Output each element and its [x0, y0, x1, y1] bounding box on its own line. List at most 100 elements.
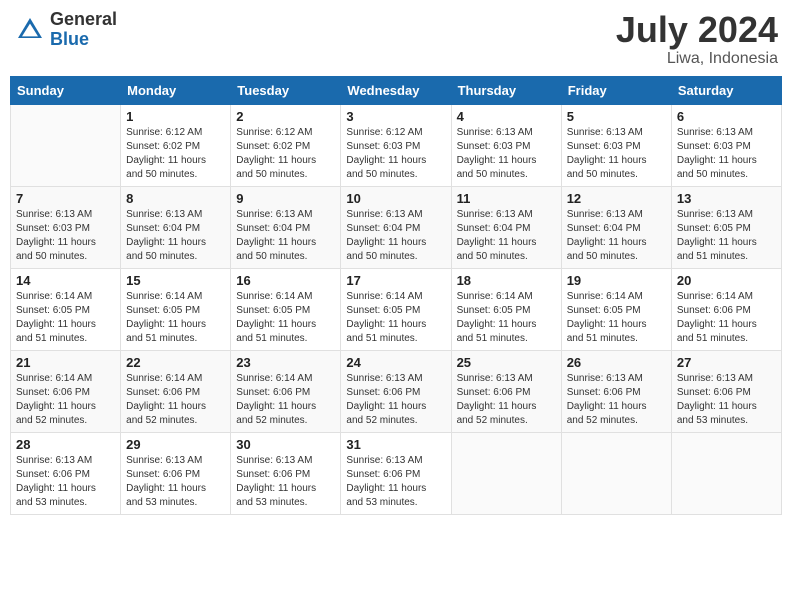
day-info: Sunrise: 6:13 AMSunset: 6:04 PMDaylight:…: [346, 208, 445, 264]
logo-text: General Blue: [50, 10, 117, 50]
logo-blue: Blue: [50, 30, 117, 50]
calendar-cell: 7 Sunrise: 6:13 AMSunset: 6:03 PMDaylight…: [11, 186, 121, 268]
calendar-week-row: 28 Sunrise: 6:13 AMSunset: 6:06 PMDayligh…: [11, 432, 782, 514]
month-year-title: July 2024: [616, 10, 778, 50]
calendar-week-row: 21 Sunrise: 6:14 AMSunset: 6:06 PMDayligh…: [11, 350, 782, 432]
calendar-cell: 13 Sunrise: 6:13 AMSunset: 6:05 PMDayligh…: [671, 186, 781, 268]
day-number: 9: [236, 191, 335, 206]
calendar-cell: 5Sunrise: 6:13 AMSunset: 6:03 PMDaylight…: [561, 104, 671, 186]
page-header: General Blue July 2024 Liwa, Indonesia: [10, 10, 782, 68]
calendar-cell: 4Sunrise: 6:13 AMSunset: 6:03 PMDaylight…: [451, 104, 561, 186]
day-number: 29: [126, 437, 225, 452]
day-number: 26: [567, 355, 666, 370]
day-number: 28: [16, 437, 115, 452]
calendar-cell: 30 Sunrise: 6:13 AMSunset: 6:06 PMDayligh…: [231, 432, 341, 514]
calendar-week-row: 14 Sunrise: 6:14 AMSunset: 6:05 PMDayligh…: [11, 268, 782, 350]
day-info: Sunrise: 6:13 AMSunset: 6:06 PMDaylight:…: [346, 372, 445, 428]
day-number: 16: [236, 273, 335, 288]
day-number: 25: [457, 355, 556, 370]
day-number: 19: [567, 273, 666, 288]
day-info: Sunrise: 6:14 AMSunset: 6:06 PMDaylight:…: [126, 372, 225, 428]
day-number: 18: [457, 273, 556, 288]
day-number: 17: [346, 273, 445, 288]
day-info: Sunrise: 6:13 AMSunset: 6:03 PMDaylight:…: [677, 126, 776, 182]
day-number: 30: [236, 437, 335, 452]
day-number: 24: [346, 355, 445, 370]
calendar-cell: 10 Sunrise: 6:13 AMSunset: 6:04 PMDayligh…: [341, 186, 451, 268]
day-info: Sunrise: 6:13 AMSunset: 6:04 PMDaylight:…: [457, 208, 556, 264]
calendar-cell: 23 Sunrise: 6:14 AMSunset: 6:06 PMDayligh…: [231, 350, 341, 432]
day-number: 7: [16, 191, 115, 206]
calendar-header-monday: Monday: [121, 76, 231, 104]
calendar-cell: 11 Sunrise: 6:13 AMSunset: 6:04 PMDayligh…: [451, 186, 561, 268]
calendar-cell: 19 Sunrise: 6:14 AMSunset: 6:05 PMDayligh…: [561, 268, 671, 350]
logo-icon: [14, 14, 46, 46]
calendar-cell: 27 Sunrise: 6:13 AMSunset: 6:06 PMDayligh…: [671, 350, 781, 432]
logo-general: General: [50, 10, 117, 30]
calendar-cell: 25 Sunrise: 6:13 AMSunset: 6:06 PMDayligh…: [451, 350, 561, 432]
calendar-header-friday: Friday: [561, 76, 671, 104]
calendar-cell: 6 Sunrise: 6:13 AMSunset: 6:03 PMDaylight…: [671, 104, 781, 186]
day-number: 6: [677, 109, 776, 124]
day-info: Sunrise: 6:14 AMSunset: 6:05 PMDaylight:…: [567, 290, 666, 346]
calendar-cell: 24 Sunrise: 6:13 AMSunset: 6:06 PMDayligh…: [341, 350, 451, 432]
calendar-table: SundayMondayTuesdayWednesdayThursdayFrid…: [10, 76, 782, 515]
calendar-cell: 9Sunrise: 6:13 AMSunset: 6:04 PMDaylight…: [231, 186, 341, 268]
day-number: 14: [16, 273, 115, 288]
calendar-cell: 28Sunrise: 6:13 AMSunset: 6:06 PMDayligh…: [11, 432, 121, 514]
day-number: 2: [236, 109, 335, 124]
calendar-header-saturday: Saturday: [671, 76, 781, 104]
day-info: Sunrise: 6:12 AMSunset: 6:03 PMDaylight:…: [346, 126, 445, 182]
day-number: 13: [677, 191, 776, 206]
day-info: Sunrise: 6:12 AMSunset: 6:02 PMDaylight:…: [236, 126, 335, 182]
day-number: 3: [346, 109, 445, 124]
day-info: Sunrise: 6:14 AMSunset: 6:06 PMDaylight:…: [236, 372, 335, 428]
calendar-cell: 8 Sunrise: 6:13 AMSunset: 6:04 PMDaylight…: [121, 186, 231, 268]
calendar-cell: 21 Sunrise: 6:14 AMSunset: 6:06 PMDayligh…: [11, 350, 121, 432]
day-info: Sunrise: 6:13 AMSunset: 6:06 PMDaylight:…: [126, 454, 225, 510]
day-info: Sunrise: 6:13 AMSunset: 6:03 PMDaylight:…: [567, 126, 666, 182]
calendar-cell: 15 Sunrise: 6:14 AMSunset: 6:05 PMDayligh…: [121, 268, 231, 350]
day-info: Sunrise: 6:13 AMSunset: 6:03 PMDaylight:…: [16, 208, 115, 264]
title-block: July 2024 Liwa, Indonesia: [616, 10, 778, 68]
day-info: Sunrise: 6:13 AMSunset: 6:06 PMDaylight:…: [346, 454, 445, 510]
day-info: Sunrise: 6:14 AMSunset: 6:05 PMDaylight:…: [346, 290, 445, 346]
calendar-cell: 1Sunrise: 6:12 AMSunset: 6:02 PMDaylight…: [121, 104, 231, 186]
day-number: 10: [346, 191, 445, 206]
calendar-cell: 17 Sunrise: 6:14 AMSunset: 6:05 PMDayligh…: [341, 268, 451, 350]
day-number: 15: [126, 273, 225, 288]
day-number: 27: [677, 355, 776, 370]
day-info: Sunrise: 6:13 AMSunset: 6:06 PMDaylight:…: [236, 454, 335, 510]
day-number: 12: [567, 191, 666, 206]
day-number: 11: [457, 191, 556, 206]
calendar-cell: [671, 432, 781, 514]
calendar-cell: 20Sunrise: 6:14 AMSunset: 6:06 PMDayligh…: [671, 268, 781, 350]
day-info: Sunrise: 6:14 AMSunset: 6:06 PMDaylight:…: [677, 290, 776, 346]
day-info: Sunrise: 6:13 AMSunset: 6:06 PMDaylight:…: [677, 372, 776, 428]
day-info: Sunrise: 6:14 AMSunset: 6:06 PMDaylight:…: [16, 372, 115, 428]
day-info: Sunrise: 6:14 AMSunset: 6:05 PMDaylight:…: [16, 290, 115, 346]
calendar-cell: 18 Sunrise: 6:14 AMSunset: 6:05 PMDayligh…: [451, 268, 561, 350]
day-number: 8: [126, 191, 225, 206]
day-info: Sunrise: 6:13 AMSunset: 6:04 PMDaylight:…: [567, 208, 666, 264]
day-number: 21: [16, 355, 115, 370]
calendar-cell: 22 Sunrise: 6:14 AMSunset: 6:06 PMDayligh…: [121, 350, 231, 432]
day-number: 23: [236, 355, 335, 370]
day-info: Sunrise: 6:14 AMSunset: 6:05 PMDaylight:…: [126, 290, 225, 346]
calendar-cell: 29 Sunrise: 6:13 AMSunset: 6:06 PMDayligh…: [121, 432, 231, 514]
day-info: Sunrise: 6:13 AMSunset: 6:05 PMDaylight:…: [677, 208, 776, 264]
calendar-header-tuesday: Tuesday: [231, 76, 341, 104]
day-info: Sunrise: 6:13 AMSunset: 6:03 PMDaylight:…: [457, 126, 556, 182]
day-info: Sunrise: 6:13 AMSunset: 6:06 PMDaylight:…: [457, 372, 556, 428]
calendar-cell: [451, 432, 561, 514]
day-number: 22: [126, 355, 225, 370]
calendar-cell: 31Sunrise: 6:13 AMSunset: 6:06 PMDayligh…: [341, 432, 451, 514]
day-info: Sunrise: 6:14 AMSunset: 6:05 PMDaylight:…: [236, 290, 335, 346]
day-info: Sunrise: 6:13 AMSunset: 6:04 PMDaylight:…: [126, 208, 225, 264]
location-subtitle: Liwa, Indonesia: [616, 50, 778, 68]
calendar-header-thursday: Thursday: [451, 76, 561, 104]
calendar-week-row: 7 Sunrise: 6:13 AMSunset: 6:03 PMDaylight…: [11, 186, 782, 268]
day-info: Sunrise: 6:14 AMSunset: 6:05 PMDaylight:…: [457, 290, 556, 346]
calendar-cell: 16 Sunrise: 6:14 AMSunset: 6:05 PMDayligh…: [231, 268, 341, 350]
day-info: Sunrise: 6:12 AMSunset: 6:02 PMDaylight:…: [126, 126, 225, 182]
